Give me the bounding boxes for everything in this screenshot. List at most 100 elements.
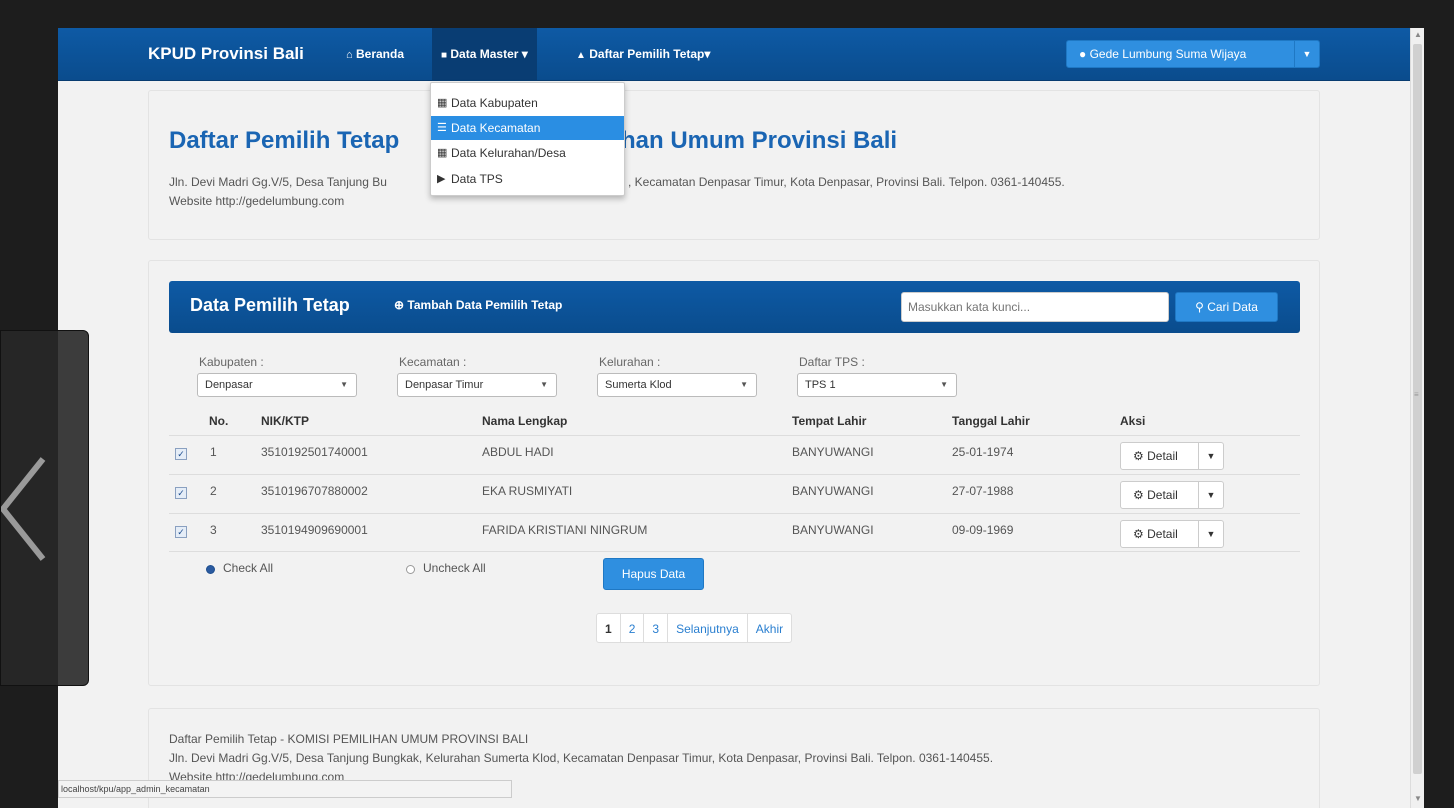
col-header-tempat: Tempat Lahir bbox=[792, 414, 867, 428]
cell-no: 3 bbox=[210, 523, 217, 537]
chevron-down-icon: ▼ bbox=[540, 380, 548, 389]
filter-kecamatan-select[interactable]: Denpasar Timur ▼ bbox=[397, 373, 557, 397]
user-icon: ● bbox=[1079, 47, 1087, 61]
chevron-down-icon: ▼ bbox=[740, 380, 748, 389]
detail-label: Detail bbox=[1147, 488, 1178, 502]
page-last[interactable]: Akhir bbox=[747, 613, 793, 643]
cell-tempat: BANYUWANGI bbox=[792, 484, 874, 498]
table-row: ✓ 2 3510196707880002 EKA RUSMIYATI BANYU… bbox=[169, 474, 1300, 513]
nav-beranda-label: Beranda bbox=[356, 47, 405, 61]
cell-no: 2 bbox=[210, 484, 217, 498]
col-header-nik: NIK/KTP bbox=[261, 414, 309, 428]
row-checkbox[interactable]: ✓ bbox=[175, 487, 187, 499]
detail-button[interactable]: ⚙ Detail ▼ bbox=[1120, 442, 1224, 470]
filter-kabupaten-select[interactable]: Denpasar ▼ bbox=[197, 373, 357, 397]
filter-kabupaten-value: Denpasar bbox=[205, 379, 253, 391]
add-data-label: Tambah Data Pemilih Tetap bbox=[407, 298, 563, 312]
filter-kelurahan-value: Sumerta Klod bbox=[605, 379, 672, 391]
check-all-label: Check All bbox=[223, 561, 274, 575]
dd-data-kelurahan[interactable]: ▦ Data Kelurahan/Desa bbox=[431, 141, 624, 165]
cell-no: 1 bbox=[210, 445, 217, 459]
table-row: ✓ 3 3510194909690001 FARIDA KRISTIANI NI… bbox=[169, 513, 1300, 552]
add-data-link[interactable]: ⊕ Tambah Data Pemilih Tetap bbox=[394, 298, 562, 312]
col-header-no: No. bbox=[209, 414, 229, 428]
nav-daftar-pemilih[interactable]: ▲ Daftar Pemilih Tetap▾ bbox=[576, 28, 710, 80]
hapus-data-button[interactable]: Hapus Data bbox=[603, 558, 704, 590]
page-next[interactable]: Selanjutnya bbox=[668, 613, 748, 643]
uncheck-all-radio[interactable] bbox=[406, 565, 415, 574]
caret-down-icon[interactable]: ▼ bbox=[1198, 443, 1223, 469]
user-name: Gede Lumbung Suma Wijaya bbox=[1089, 47, 1247, 61]
dd-data-tps-label: Data TPS bbox=[451, 172, 503, 186]
cell-tanggal: 27-07-1988 bbox=[952, 484, 1014, 498]
page-title-right: han Umum Provinsi Bali bbox=[621, 127, 898, 154]
uncheck-all-label: Uncheck All bbox=[423, 561, 486, 575]
grid-icon: ▦ bbox=[437, 97, 448, 109]
check-all-radio[interactable] bbox=[206, 565, 215, 574]
data-panel: Data Pemilih Tetap ⊕ Tambah Data Pemilih… bbox=[148, 260, 1320, 686]
data-panel-title: Data Pemilih Tetap bbox=[190, 295, 350, 315]
cell-nama: ABDUL HADI bbox=[482, 445, 554, 459]
page-2[interactable]: 2 bbox=[620, 613, 645, 643]
filter-tps-select[interactable]: TPS 1 ▼ bbox=[797, 373, 957, 397]
cog-icon: ⚙ bbox=[1133, 488, 1144, 502]
row-checkbox[interactable]: ✓ bbox=[175, 448, 187, 460]
nav-beranda[interactable]: ⌂ Beranda bbox=[346, 28, 404, 80]
address-left: Jln. Devi Madri Gg.V/5, Desa Tanjung Bu bbox=[169, 175, 387, 189]
caret-down-icon[interactable]: ▼ bbox=[1198, 482, 1223, 508]
status-bar-url: localhost/kpu/app_admin_kecamatan bbox=[58, 780, 512, 798]
cell-nik: 3510196707880002 bbox=[261, 484, 368, 498]
cell-nama: EKA RUSMIYATI bbox=[482, 484, 573, 498]
pagination: 1 2 3 Selanjutnya Akhir bbox=[596, 613, 793, 643]
col-header-tanggal: Tanggal Lahir bbox=[952, 414, 1030, 428]
filter-tps-value: TPS 1 bbox=[805, 379, 836, 391]
dd-data-kabupaten[interactable]: ▦ Data Kabupaten bbox=[431, 91, 624, 115]
nav-data-master[interactable]: ■ Data Master ▾ bbox=[432, 28, 537, 80]
cell-nama: FARIDA KRISTIANI NINGRUM bbox=[482, 523, 648, 537]
page-3[interactable]: 3 bbox=[644, 613, 669, 643]
scroll-down-icon[interactable]: ▼ bbox=[1414, 794, 1422, 803]
page-1[interactable]: 1 bbox=[596, 613, 621, 643]
brand[interactable]: KPUD Provinsi Bali bbox=[148, 44, 304, 64]
search-input[interactable] bbox=[901, 292, 1169, 322]
col-header-aksi: Aksi bbox=[1120, 414, 1146, 428]
caret-down-icon[interactable]: ▼ bbox=[1198, 521, 1223, 547]
chevron-down-icon: ▼ bbox=[340, 380, 348, 389]
chevron-down-icon: ▼ bbox=[940, 380, 948, 389]
user-menu-button[interactable]: ● Gede Lumbung Suma Wijaya ▼ bbox=[1066, 40, 1320, 68]
dd-data-kabupaten-label: Data Kabupaten bbox=[451, 96, 538, 110]
filter-kelurahan-select[interactable]: Sumerta Klod ▼ bbox=[597, 373, 757, 397]
table-icon: ▦ bbox=[437, 147, 448, 159]
user-caret-icon[interactable]: ▼ bbox=[1294, 41, 1319, 67]
detail-button[interactable]: ⚙ Detail ▼ bbox=[1120, 481, 1224, 509]
home-icon: ⌂ bbox=[346, 49, 353, 61]
search-icon: ⚲ bbox=[1195, 300, 1204, 314]
vertical-scrollbar[interactable]: ▲ ≡ ▼ bbox=[1410, 28, 1424, 808]
website-text: Website http://gedelumbung.com bbox=[169, 194, 345, 208]
filter-kabupaten-label: Kabupaten : bbox=[199, 355, 264, 369]
search-button[interactable]: ⚲ Cari Data bbox=[1175, 292, 1278, 322]
list-icon: ■ bbox=[441, 50, 448, 61]
cell-tempat: BANYUWANGI bbox=[792, 523, 874, 537]
tag-icon: ▶ bbox=[437, 173, 446, 185]
footer-line-2: Jln. Devi Madri Gg.V/5, Desa Tanjung Bun… bbox=[169, 751, 994, 765]
cell-tanggal: 25-01-1974 bbox=[952, 445, 1014, 459]
search-button-label: Cari Data bbox=[1207, 300, 1258, 314]
filter-kecamatan-label: Kecamatan : bbox=[399, 355, 467, 369]
dd-data-kecamatan[interactable]: ☰ Data Kecamatan bbox=[431, 116, 624, 140]
dd-data-tps[interactable]: ▶ Data TPS bbox=[431, 167, 624, 191]
data-master-dropdown: ▦ Data Kabupaten ☰ Data Kecamatan ▦ Data… bbox=[430, 82, 625, 196]
plus-circle-icon: ⊕ bbox=[394, 298, 405, 312]
scroll-grip-icon: ≡ bbox=[1414, 390, 1419, 399]
nav-data-master-label: Data Master ▾ bbox=[450, 47, 528, 61]
scroll-up-icon[interactable]: ▲ bbox=[1414, 30, 1422, 39]
page-title-left: Daftar Pemilih Tetap bbox=[169, 127, 400, 154]
detail-label: Detail bbox=[1147, 449, 1178, 463]
row-checkbox[interactable]: ✓ bbox=[175, 526, 187, 538]
back-navigation-overlay[interactable] bbox=[0, 330, 89, 686]
navbar: KPUD Provinsi Bali ⌂ Beranda ■ Data Mast… bbox=[58, 28, 1410, 81]
scrollbar-thumb[interactable] bbox=[1413, 44, 1422, 774]
cog-icon: ⚙ bbox=[1133, 449, 1144, 463]
dd-data-kecamatan-label: Data Kecamatan bbox=[451, 121, 541, 135]
detail-button[interactable]: ⚙ Detail ▼ bbox=[1120, 520, 1224, 548]
